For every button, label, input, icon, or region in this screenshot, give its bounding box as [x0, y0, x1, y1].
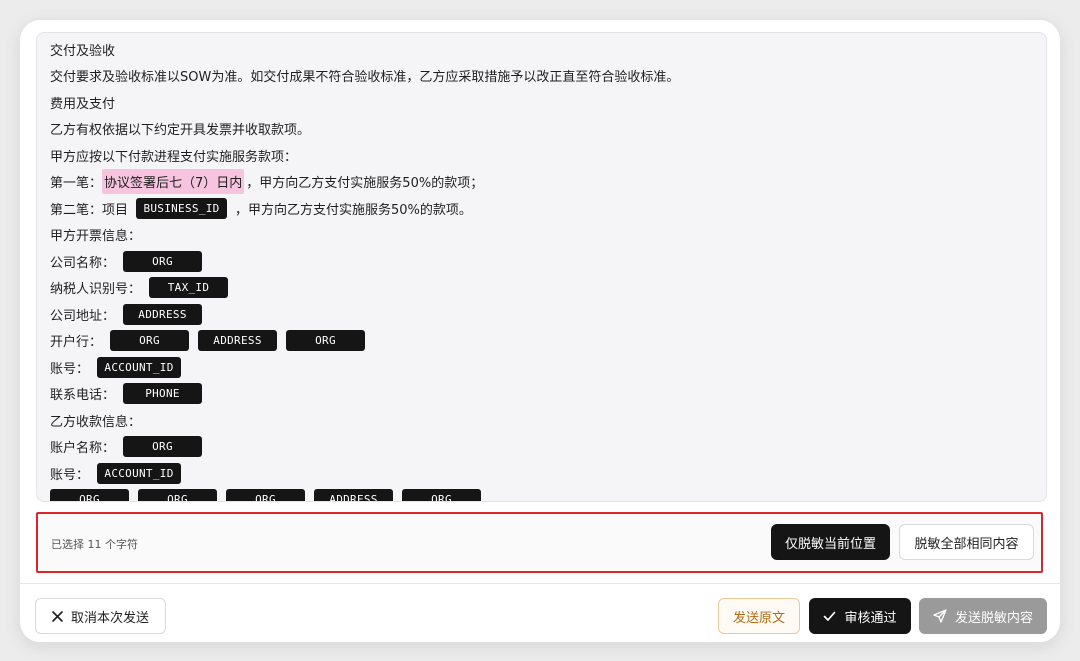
send-icon: [933, 609, 947, 623]
document-line[interactable]: 交付及验收: [50, 36, 1030, 63]
line-prefix: 第一笔：: [50, 176, 103, 192]
send-masked-label: 发送脱敏内容: [954, 610, 1033, 626]
masked-entity-tag[interactable]: ORG: [123, 436, 203, 458]
review-dialog: 交付及验收交付要求及验收标准以SOW为准。如交付成果不符合验收标准，乙方应采取措…: [20, 20, 1060, 642]
masked-entity-tag[interactable]: PHONE: [123, 383, 203, 405]
masked-entity-tag[interactable]: ORG: [110, 330, 190, 352]
send-masked-button[interactable]: 发送脱敏内容: [919, 598, 1047, 634]
field-label: 联系电话：: [50, 388, 116, 404]
mask-all-button[interactable]: 脱敏全部相同内容: [899, 524, 1034, 560]
selection-action-bar: 已选择 11 个字符 仅脱敏当前位置 脱敏全部相同内容: [36, 512, 1043, 573]
check-icon: [823, 611, 836, 622]
cancel-send-label: 取消本次发送: [70, 610, 149, 626]
field-label: 账户名称：: [50, 441, 116, 457]
document-preview[interactable]: 交付及验收交付要求及验收标准以SOW为准。如交付成果不符合验收标准，乙方应采取措…: [36, 32, 1047, 502]
field-label: 纳税人识别号：: [50, 282, 142, 298]
line-text: 费用及支付: [50, 96, 116, 112]
document-line[interactable]: 账号： ACCOUNT_ID: [50, 460, 1030, 487]
line-suffix: ，甲方向乙方支付实施服务50%的款项。: [235, 202, 472, 218]
field-label: 账号：: [50, 361, 90, 377]
masked-entity-tag[interactable]: ADDRESS: [314, 488, 393, 501]
line-prefix: 第二笔：项目: [50, 202, 129, 218]
document-line[interactable]: 费用及支付: [50, 89, 1030, 116]
line-text: 乙方收款信息：: [50, 414, 142, 430]
document-line[interactable]: 甲方应按以下付款进程支付实施服务款项：: [50, 142, 1030, 169]
masked-entity-tag[interactable]: ACCOUNT_ID: [97, 462, 182, 484]
document-line[interactable]: 公司名称： ORG: [50, 248, 1030, 275]
send-original-button[interactable]: 发送原文: [718, 598, 800, 634]
document-line[interactable]: ORG ORG ORG ADDRESS ORG: [50, 488, 1030, 501]
masked-entity-tag[interactable]: ORG: [123, 250, 203, 272]
masked-entity-tag[interactable]: ORG: [138, 488, 217, 501]
document-line[interactable]: 乙方有权依据以下约定开具发票并收取款项。: [50, 116, 1030, 143]
document-line[interactable]: 纳税人识别号： TAX_ID: [50, 275, 1030, 302]
line-text: 甲方应按以下付款进程支付实施服务款项：: [50, 149, 298, 165]
approve-label: 审核通过: [844, 610, 897, 626]
line-text: 甲方开票信息：: [50, 229, 142, 245]
line-text: 乙方有权依据以下约定开具发票并收取款项。: [50, 123, 311, 139]
document-line[interactable]: 开户行： ORG ADDRESS ORG: [50, 328, 1030, 355]
masked-entity-tag[interactable]: BUSINESS_ID: [136, 197, 228, 219]
selected-text-highlight: 协议签署后七（7）日内: [102, 169, 245, 195]
field-label: 账号：: [50, 467, 90, 483]
masked-entity-tag[interactable]: ORG: [226, 488, 305, 501]
document-line[interactable]: 账号： ACCOUNT_ID: [50, 354, 1030, 381]
document-line[interactable]: 交付要求及验收标准以SOW为准。如交付成果不符合验收标准，乙方应采取措施予以改正…: [50, 63, 1030, 90]
selection-count: 已选择 11 个字符: [51, 538, 138, 551]
masked-entity-tag[interactable]: ACCOUNT_ID: [97, 356, 182, 378]
line-text: 交付及验收: [50, 43, 116, 59]
approve-button[interactable]: 审核通过: [809, 598, 911, 634]
masked-entity-tag[interactable]: ORG: [286, 330, 366, 352]
line-text: 交付要求及验收标准以SOW为准。如交付成果不符合验收标准，乙方应采取措施予以改正…: [50, 70, 680, 86]
field-label: 公司地址：: [50, 308, 116, 324]
cancel-send-button[interactable]: 取消本次发送: [35, 598, 166, 634]
document-line[interactable]: 甲方开票信息：: [50, 222, 1030, 249]
mask-current-button[interactable]: 仅脱敏当前位置: [771, 524, 890, 560]
field-label: 公司名称：: [50, 255, 116, 271]
document-line[interactable]: 公司地址： ADDRESS: [50, 301, 1030, 328]
close-icon: [52, 610, 63, 622]
masked-entity-tag[interactable]: ADDRESS: [123, 303, 203, 325]
masked-entity-tag[interactable]: TAX_ID: [149, 277, 229, 299]
line-suffix: ，甲方向乙方支付实施服务50%的款项；: [246, 176, 484, 192]
field-label: 开户行：: [50, 335, 103, 351]
document-text: 交付及验收交付要求及验收标准以SOW为准。如交付成果不符合验收标准，乙方应采取措…: [50, 36, 1030, 501]
masked-entity-tag[interactable]: ADDRESS: [198, 330, 278, 352]
document-line[interactable]: 联系电话： PHONE: [50, 381, 1030, 408]
masked-entity-tag[interactable]: ORG: [402, 488, 481, 501]
footer-divider: [20, 583, 1060, 584]
masked-entity-tag[interactable]: ORG: [50, 488, 129, 501]
document-line[interactable]: 第二笔：项目 BUSINESS_ID ，甲方向乙方支付实施服务50%的款项。: [50, 195, 1030, 222]
document-line[interactable]: 乙方收款信息：: [50, 407, 1030, 434]
document-line[interactable]: 第一笔： 协议签署后七（7）日内 ，甲方向乙方支付实施服务50%的款项；: [50, 169, 1030, 196]
document-line[interactable]: 账户名称： ORG: [50, 434, 1030, 461]
